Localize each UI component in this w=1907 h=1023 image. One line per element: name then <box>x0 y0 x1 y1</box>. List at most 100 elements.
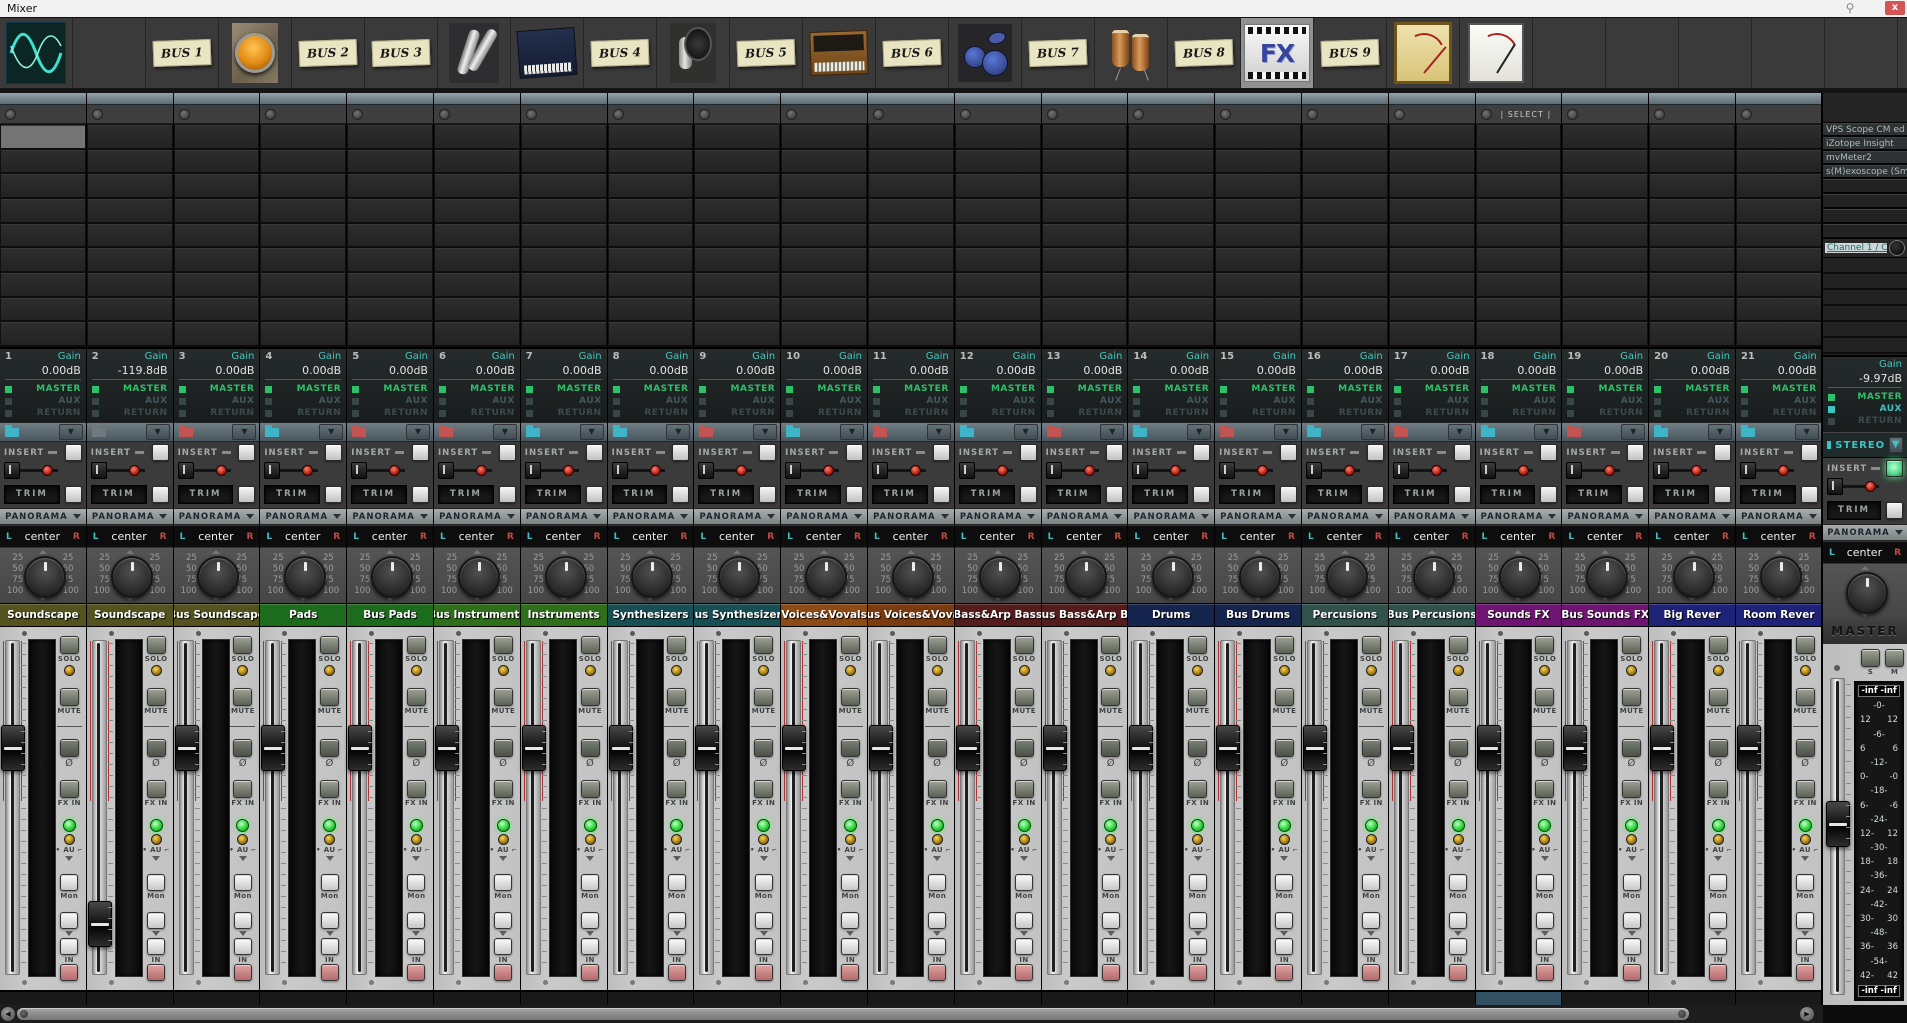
insert-slider[interactable] <box>438 461 516 478</box>
plugin-slots[interactable] <box>521 124 607 347</box>
plugin-slot[interactable] <box>1043 199 1127 224</box>
plugin-slot[interactable] <box>782 248 866 273</box>
record-button[interactable] <box>407 964 425 981</box>
plugin-slot[interactable] <box>782 199 866 224</box>
plugin-slot[interactable] <box>1737 248 1821 273</box>
fader-track[interactable] <box>613 640 628 975</box>
mute-button[interactable] <box>1101 688 1120 706</box>
fx-in-button[interactable] <box>1709 780 1728 798</box>
record-button[interactable] <box>321 964 339 981</box>
pan-knob[interactable] <box>1065 556 1107 598</box>
mute-button[interactable] <box>667 688 686 706</box>
plugin-slot[interactable] <box>1 248 85 273</box>
route-aux[interactable]: AUX <box>526 395 602 407</box>
plugin-slot[interactable] <box>1129 150 1213 175</box>
route-return[interactable]: RETURN <box>1654 407 1730 419</box>
folder-icon[interactable] <box>1307 428 1321 437</box>
pan-readout[interactable]: L center R <box>347 525 433 548</box>
plugin-slot[interactable] <box>1390 248 1474 273</box>
route-return[interactable]: RETURN <box>352 407 428 419</box>
plugin-slot[interactable] <box>782 150 866 175</box>
plugin-slot[interactable] <box>956 174 1040 199</box>
fader-track[interactable] <box>352 640 367 975</box>
plugin-slot[interactable] <box>1129 174 1213 199</box>
phase-button[interactable] <box>1362 739 1381 757</box>
track-icon-21[interactable] <box>1460 18 1533 88</box>
pan-readout[interactable]: L center R <box>608 525 694 548</box>
fader-track[interactable] <box>873 640 888 975</box>
input-up-button[interactable] <box>1102 912 1120 929</box>
trim-toggle[interactable] <box>933 486 950 503</box>
insert-slider-handle[interactable] <box>438 462 454 479</box>
input-up-button[interactable] <box>581 912 599 929</box>
monitor-button[interactable] <box>1275 874 1293 891</box>
route-master[interactable]: MASTER <box>1394 383 1470 395</box>
plugin-slot[interactable] <box>782 125 866 150</box>
panorama-header[interactable]: PANORAMA <box>1389 509 1475 525</box>
track-name[interactable]: Voices&Vovals <box>781 603 867 627</box>
insert-slider-handle[interactable] <box>698 462 714 479</box>
pan-readout[interactable]: L center R <box>434 525 520 548</box>
insert-slider[interactable] <box>91 461 169 478</box>
input-up-button[interactable] <box>1623 912 1641 929</box>
trim-button[interactable]: TRIM <box>1219 485 1275 504</box>
route-aux[interactable]: AUX <box>1828 403 1902 415</box>
insert-slider[interactable] <box>785 461 863 478</box>
plugin-slot[interactable] <box>869 248 953 273</box>
plugin-slot[interactable] <box>1563 199 1647 224</box>
folder-icon[interactable] <box>92 428 106 437</box>
solo-button[interactable] <box>147 636 166 654</box>
trim-button[interactable]: TRIM <box>1306 485 1362 504</box>
plugin-slot[interactable] <box>1563 150 1647 175</box>
route-aux[interactable]: AUX <box>699 395 775 407</box>
route-master[interactable]: MASTER <box>439 383 515 395</box>
trim-toggle[interactable] <box>499 486 516 503</box>
insert-slider[interactable] <box>351 461 429 478</box>
input-down-button[interactable] <box>1189 938 1207 955</box>
insert-button[interactable] <box>499 444 516 461</box>
plugin-slot[interactable] <box>88 199 172 224</box>
track-icon-15[interactable]: BUS 7 <box>1022 18 1095 88</box>
panorama-header[interactable]: PANORAMA <box>1302 509 1388 525</box>
plugin-slot[interactable] <box>956 150 1040 175</box>
plugin-slots[interactable] <box>1736 124 1822 347</box>
plugin-slot[interactable] <box>1390 224 1474 249</box>
master-routing-label[interactable]: Channel 1 / CH <box>1825 243 1887 253</box>
plugin-slot[interactable] <box>175 199 259 224</box>
mute-button[interactable] <box>407 688 426 706</box>
plugin-slot[interactable] <box>522 224 606 249</box>
solo-button[interactable] <box>1015 636 1034 654</box>
input-down-button[interactable] <box>147 938 165 955</box>
fader-track[interactable] <box>1047 640 1062 975</box>
insert-button[interactable] <box>672 444 689 461</box>
track-name[interactable]: Bus Instruments <box>434 603 520 627</box>
plugin-slot[interactable] <box>261 224 345 249</box>
monitor-button[interactable] <box>1449 874 1467 891</box>
device-bar[interactable]: ▼ <box>0 422 86 442</box>
panorama-header[interactable]: PANORAMA <box>87 509 173 525</box>
solo-button[interactable] <box>581 636 600 654</box>
pan-knob[interactable] <box>1152 556 1194 598</box>
plugin-slot[interactable] <box>869 322 953 347</box>
plugin-slot[interactable] <box>1043 298 1127 323</box>
track-icon-17[interactable]: BUS 8 <box>1168 18 1241 88</box>
record-button[interactable] <box>1709 964 1727 981</box>
plugin-slot[interactable] <box>956 322 1040 347</box>
panorama-header[interactable]: PANORAMA <box>1128 509 1214 525</box>
plugin-slot[interactable] <box>88 125 172 150</box>
trim-button[interactable]: TRIM <box>1827 501 1881 520</box>
plugin-slot[interactable] <box>175 150 259 175</box>
route-aux[interactable]: AUX <box>352 395 428 407</box>
route-master[interactable]: MASTER <box>960 383 1036 395</box>
phase-button[interactable] <box>1449 739 1468 757</box>
gain-label[interactable]: Gain <box>839 351 862 362</box>
plugin-slot[interactable] <box>261 125 345 150</box>
plugin-slot[interactable] <box>1043 150 1127 175</box>
gain-label[interactable]: Gain <box>1360 351 1383 362</box>
trim-button[interactable]: TRIM <box>1046 485 1102 504</box>
route-return[interactable]: RETURN <box>1394 407 1470 419</box>
plugin-slot[interactable] <box>88 174 172 199</box>
plugin-slot[interactable] <box>1650 150 1734 175</box>
device-dropdown[interactable]: ▼ <box>319 424 343 440</box>
plugin-slot[interactable] <box>1303 248 1387 273</box>
